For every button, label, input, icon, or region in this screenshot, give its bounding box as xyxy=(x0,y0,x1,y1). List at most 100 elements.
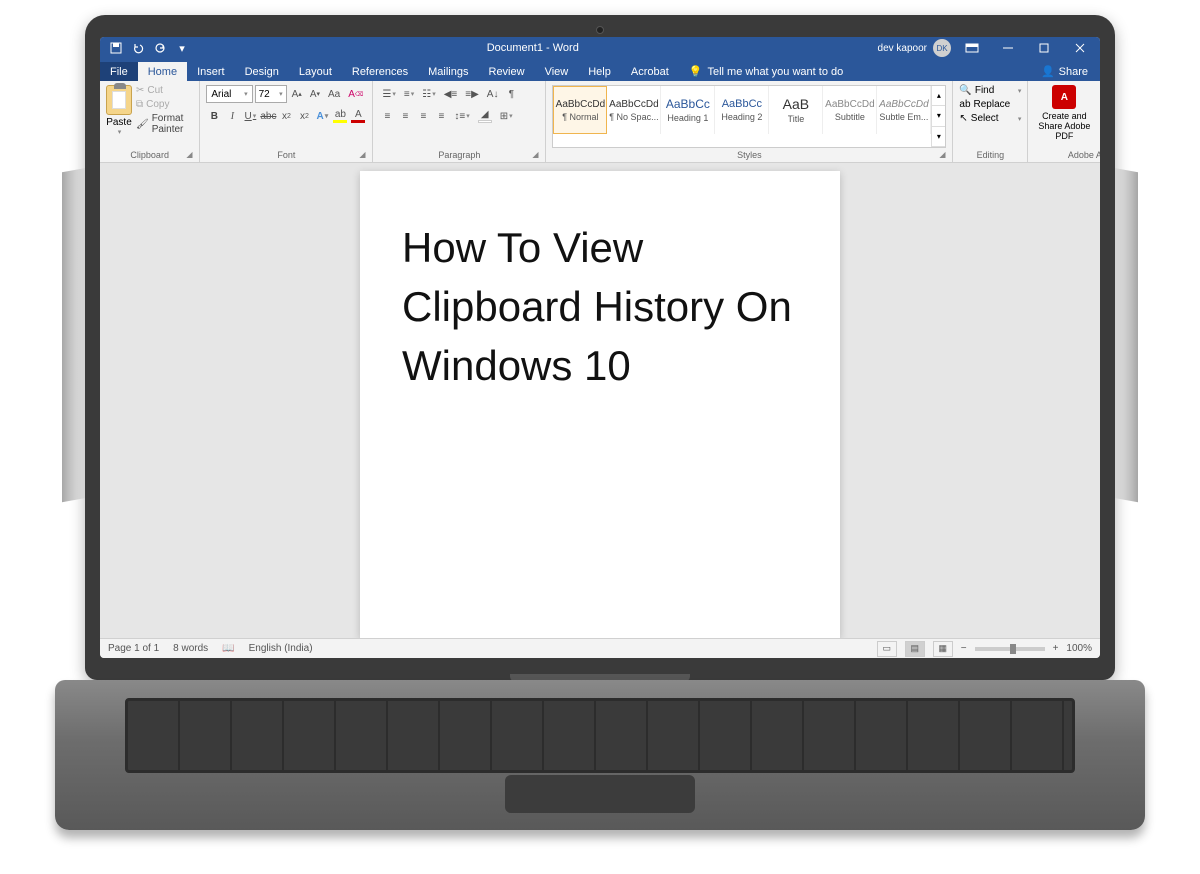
grow-font-button[interactable]: A▴ xyxy=(289,85,305,103)
tab-layout[interactable]: Layout xyxy=(289,62,342,81)
redo-icon[interactable] xyxy=(154,42,166,54)
bold-button[interactable]: B xyxy=(206,107,222,125)
undo-icon[interactable] xyxy=(132,42,144,54)
maximize-button[interactable] xyxy=(1029,37,1059,59)
change-case-button[interactable]: Aa xyxy=(325,85,343,103)
superscript-button[interactable]: x2 xyxy=(296,107,312,125)
style-scroll-up[interactable]: ▴ xyxy=(932,86,945,106)
text-effects-button[interactable]: A▾ xyxy=(314,107,330,125)
align-center-button[interactable]: ≡ xyxy=(397,107,413,125)
style-subtle-emphasis[interactable]: AaBbCcDdSubtle Em... xyxy=(877,86,931,134)
replace-label: Replace xyxy=(974,99,1011,110)
shading-button[interactable]: ◢ xyxy=(475,107,495,125)
font-color-swatch xyxy=(351,120,365,123)
highlight-button[interactable]: ab xyxy=(332,107,348,125)
tab-mailings[interactable]: Mailings xyxy=(418,62,478,81)
read-mode-button[interactable]: ▭ xyxy=(877,641,897,657)
group-clipboard: Paste ▾ ✂Cut ⧉Copy 🖌Format Painter Clipb… xyxy=(100,81,200,162)
word-count[interactable]: 8 words xyxy=(173,643,208,654)
language-indicator[interactable]: English (India) xyxy=(249,643,313,654)
tab-design[interactable]: Design xyxy=(235,62,289,81)
clipboard-launcher[interactable]: ◢ xyxy=(186,150,196,160)
format-painter-button[interactable]: 🖌Format Painter xyxy=(136,113,193,135)
style-title[interactable]: AaBTitle xyxy=(769,86,823,134)
shrink-font-button[interactable]: A▾ xyxy=(307,85,323,103)
tell-me-search[interactable]: 💡 Tell me what you want to do xyxy=(679,62,853,81)
paste-button[interactable]: Paste ▾ xyxy=(106,85,132,148)
replace-button[interactable]: abReplace xyxy=(959,99,1021,110)
italic-button[interactable]: I xyxy=(224,107,240,125)
copy-button[interactable]: ⧉Copy xyxy=(136,99,193,110)
tab-references[interactable]: References xyxy=(342,62,418,81)
line-spacing-button[interactable]: ↕≡▾ xyxy=(451,107,472,125)
align-right-button[interactable]: ≡ xyxy=(415,107,431,125)
show-marks-button[interactable]: ¶ xyxy=(503,85,519,103)
numbering-button[interactable]: ≡▾ xyxy=(401,85,417,103)
page-indicator[interactable]: Page 1 of 1 xyxy=(108,643,159,654)
laptop-trackpad xyxy=(505,775,695,813)
sort-button[interactable]: A↓ xyxy=(484,85,502,103)
font-size-dropdown[interactable]: 72▾ xyxy=(255,85,287,103)
style-heading2[interactable]: AaBbCcHeading 2 xyxy=(715,86,769,134)
zoom-level[interactable]: 100% xyxy=(1066,643,1092,654)
underline-button[interactable]: U▾ xyxy=(242,107,258,125)
document-text[interactable]: How To View Clipboard History On Windows… xyxy=(402,219,798,395)
share-label: Share xyxy=(1059,66,1088,78)
web-layout-button[interactable]: ▦ xyxy=(933,641,953,657)
share-button[interactable]: 👤 Share xyxy=(1029,62,1100,81)
tab-help[interactable]: Help xyxy=(578,62,621,81)
style-heading1[interactable]: AaBbCcHeading 1 xyxy=(661,86,715,134)
zoom-thumb[interactable] xyxy=(1010,644,1016,654)
clear-formatting-button[interactable]: A⌫ xyxy=(345,85,366,103)
font-launcher[interactable]: ◢ xyxy=(359,150,369,160)
borders-button[interactable]: ⊞▾ xyxy=(497,107,516,125)
font-color-button[interactable]: A xyxy=(350,107,366,125)
style-subtitle[interactable]: AaBbCcDdSubtitle xyxy=(823,86,877,134)
font-name-value: Arial xyxy=(211,89,231,100)
close-button[interactable] xyxy=(1065,37,1095,59)
tab-home[interactable]: Home xyxy=(138,62,187,81)
select-button[interactable]: ↖Select▾ xyxy=(959,113,1021,124)
print-layout-button[interactable]: ▤ xyxy=(905,641,925,657)
style-no-spacing[interactable]: AaBbCcDd¶ No Spac... xyxy=(607,86,661,134)
zoom-out-button[interactable]: − xyxy=(961,643,967,654)
font-name-dropdown[interactable]: Arial▾ xyxy=(206,85,252,103)
zoom-in-button[interactable]: + xyxy=(1053,643,1059,654)
paragraph-launcher[interactable]: ◢ xyxy=(532,150,542,160)
bullets-button[interactable]: ☰▾ xyxy=(379,85,398,103)
cut-button[interactable]: ✂Cut xyxy=(136,85,193,96)
minimize-button[interactable] xyxy=(993,37,1023,59)
style-expand[interactable]: ▾ xyxy=(932,127,945,147)
zoom-slider[interactable] xyxy=(975,647,1045,651)
subscript-button[interactable]: x2 xyxy=(278,107,294,125)
increase-indent-button[interactable]: ≡▶ xyxy=(462,85,482,103)
tab-insert[interactable]: Insert xyxy=(187,62,235,81)
document-area[interactable]: How To View Clipboard History On Windows… xyxy=(100,163,1100,638)
save-icon[interactable] xyxy=(110,42,122,54)
style-scroll-down[interactable]: ▾ xyxy=(932,106,945,126)
document-page[interactable]: How To View Clipboard History On Windows… xyxy=(360,171,840,638)
styles-launcher[interactable]: ◢ xyxy=(939,150,949,160)
paste-icon xyxy=(106,85,132,115)
align-left-button[interactable]: ≡ xyxy=(379,107,395,125)
spellcheck-icon[interactable]: 📖 xyxy=(222,643,234,654)
justify-button[interactable]: ≡ xyxy=(433,107,449,125)
style-normal[interactable]: AaBbCcDd¶ Normal xyxy=(553,86,607,134)
ribbon-options-icon[interactable] xyxy=(957,37,987,59)
style-preview: AaBbCcDd xyxy=(879,99,928,110)
tab-file[interactable]: File xyxy=(100,62,138,81)
strikethrough-button[interactable]: abc xyxy=(260,107,276,125)
qat-customize-icon[interactable]: ▾ xyxy=(176,42,188,54)
decrease-indent-button[interactable]: ◀≡ xyxy=(441,85,461,103)
tab-view[interactable]: View xyxy=(535,62,579,81)
styles-gallery: AaBbCcDd¶ Normal AaBbCcDd¶ No Spac... Aa… xyxy=(552,85,946,148)
multilevel-button[interactable]: ☷▾ xyxy=(419,85,438,103)
create-pdf-button[interactable]: A Create and Share Adobe PDF xyxy=(1034,85,1094,148)
styles-label: Styles xyxy=(552,148,946,160)
tab-acrobat[interactable]: Acrobat xyxy=(621,62,679,81)
find-button[interactable]: 🔍Find▾ xyxy=(959,85,1021,96)
user-avatar[interactable]: DK xyxy=(933,39,951,57)
username-label[interactable]: dev kapoor xyxy=(878,43,927,54)
font-label: Font xyxy=(206,148,366,160)
tab-review[interactable]: Review xyxy=(479,62,535,81)
